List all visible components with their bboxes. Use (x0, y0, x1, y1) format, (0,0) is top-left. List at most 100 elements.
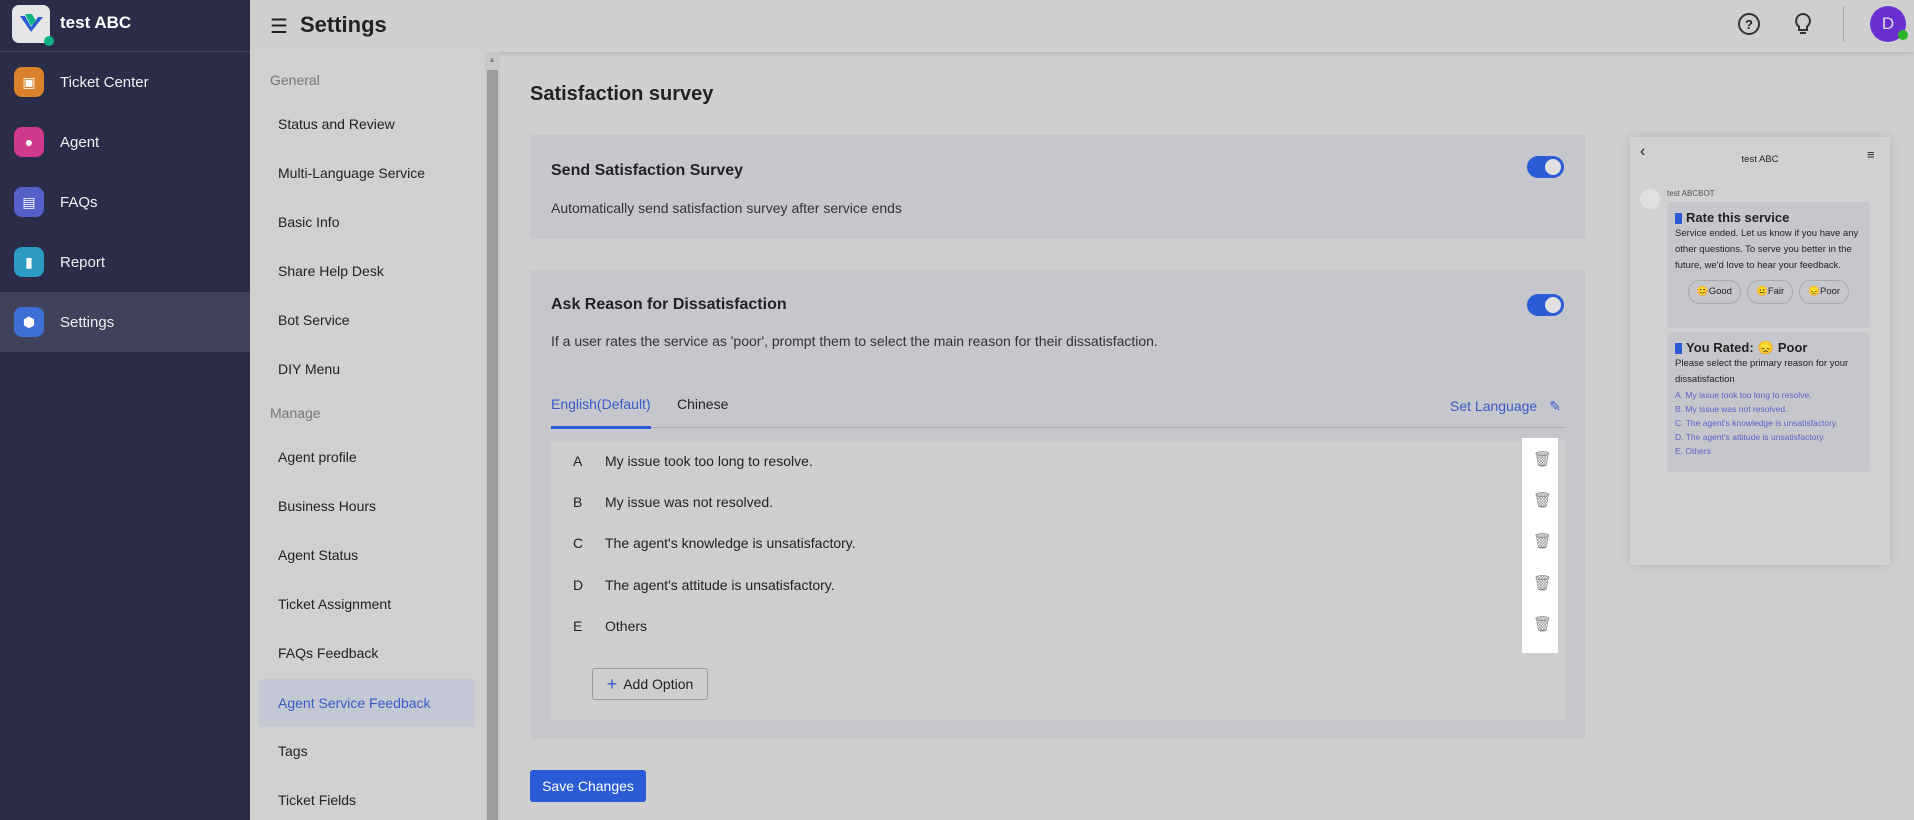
nav-label: Report (60, 253, 106, 271)
option-row: A My issue took too long to resolve. (551, 446, 1565, 476)
save-changes-button[interactable]: Save Changes (530, 770, 646, 802)
rated-title: You Rated: (1686, 340, 1754, 355)
plus-icon: + (606, 673, 618, 694)
bot-avatar (1640, 189, 1660, 209)
avatar-initial: D (1881, 14, 1895, 33)
option-row: E Others (551, 611, 1565, 641)
tabs-divider (551, 427, 1565, 428)
agent-icon: ● (14, 127, 44, 157)
options-list: 🗑 🗑 🗑 🗑 🗑 A My issue took too long to res… (551, 438, 1565, 720)
menu-icon: ≡ (1867, 147, 1875, 162)
nav-ticket-center[interactable]: ▣ Ticket Center (0, 52, 250, 112)
avatar[interactable]: D (1870, 6, 1908, 42)
subnav-item[interactable]: Multi-Language Service (278, 165, 425, 181)
subnav-item[interactable]: Agent Status (278, 547, 358, 563)
tab-chinese[interactable]: Chinese (677, 396, 728, 412)
nav-settings[interactable]: ⬢ Settings (0, 292, 250, 352)
nav-label: Ticket Center (60, 73, 149, 91)
set-language-label: Set Language (1450, 398, 1538, 414)
menu-collapse-icon[interactable]: ☰ (270, 14, 288, 39)
reason-prompt: Please select the primary reason for you… (1675, 358, 1849, 385)
rated-value: Poor (1777, 340, 1808, 355)
card-desc: If a user rates the service as 'poor', p… (551, 333, 1158, 349)
subnav-scrollbar[interactable]: ▲ (485, 52, 500, 820)
subnav-item[interactable]: Bot Service (278, 312, 350, 328)
reason-item: B. My issue was not resolved. (1675, 404, 1788, 414)
reason-item: A. My issue took too long to resolve. (1675, 390, 1812, 400)
option-text[interactable]: My issue took too long to resolve. (605, 453, 813, 469)
group-general: General (270, 72, 320, 88)
bot-name: test ABCBOT (1667, 189, 1715, 198)
rated-card: You Rated: 😞 Poor Please select the prim… (1667, 332, 1870, 472)
add-option-button[interactable]: + Add Option (592, 668, 708, 700)
send-survey-card: Send Satisfaction Survey Automatically s… (530, 135, 1585, 239)
tab-english[interactable]: English(Default) (551, 396, 651, 412)
add-option-label: Add Option (623, 676, 694, 692)
nav-report[interactable]: ▮ Report (0, 232, 250, 292)
help-icon[interactable]: ? (1738, 13, 1760, 35)
gear-icon: ⬢ (14, 307, 44, 337)
subnav-item[interactable]: FAQs Feedback (278, 645, 378, 661)
rating-good: 😊Good (1687, 280, 1741, 304)
option-text[interactable]: My issue was not resolved. (605, 494, 773, 510)
brand: test ABC (0, 0, 250, 52)
lightbulb-icon[interactable] (1793, 12, 1813, 41)
rating-fair: 😐Fair (1746, 280, 1794, 304)
rate-desc: Service ended. Let us know if you have a… (1675, 228, 1859, 271)
card-title: Send Satisfaction Survey (551, 162, 744, 179)
preview-title: test ABC (1741, 154, 1779, 165)
subnav-item[interactable]: Ticket Fields (278, 792, 356, 808)
app-name: test ABC (60, 13, 132, 32)
option-row: B My issue was not resolved. (551, 487, 1565, 517)
top-header: ☰ Settings ? D (250, 0, 1914, 52)
card-desc: Automatically send satisfaction survey a… (551, 200, 902, 216)
active-tab-indicator (551, 426, 651, 429)
subnav-item[interactable]: Ticket Assignment (278, 596, 391, 612)
option-letter: C (573, 535, 584, 551)
send-survey-toggle[interactable] (1527, 156, 1564, 178)
chat-preview: ‹ test ABC ≡ test ABCBOT Rate this servi… (1630, 137, 1890, 565)
ask-reason-toggle[interactable] (1527, 294, 1564, 316)
online-status-dot (1898, 30, 1908, 40)
subnav-item[interactable]: Tags (278, 743, 308, 759)
option-row: D The agent's attitude is unsatisfactory. (551, 570, 1565, 600)
main-sidebar: test ABC ▣ Ticket Center ● Agent ▤ FAQs ▮ Re… (0, 0, 250, 820)
rate-card: Rate this service Service ended. Let us … (1667, 202, 1870, 328)
bookmark-icon (1675, 212, 1682, 224)
option-text[interactable]: The agent's attitude is unsatisfactory. (605, 577, 835, 593)
rate-title: Rate this service (1686, 210, 1790, 225)
option-text[interactable]: The agent's knowledge is unsatisfactory. (605, 535, 856, 551)
nav-faqs[interactable]: ▤ FAQs (0, 172, 250, 232)
settings-subnav: General Status and Review Multi-Language… (250, 52, 485, 820)
reason-item: E. Others (1675, 446, 1711, 456)
card-title: Ask Reason for Dissatisfaction (551, 296, 787, 313)
nav-label: FAQs (60, 193, 98, 211)
option-letter: D (573, 577, 584, 593)
subnav-item-active[interactable]: Agent Service Feedback (259, 679, 475, 727)
option-letter: A (573, 453, 583, 469)
nav-agent[interactable]: ● Agent (0, 112, 250, 172)
subnav-item[interactable]: Agent profile (278, 449, 357, 465)
book-icon: ▤ (14, 187, 44, 217)
subnav-item[interactable]: Basic Info (278, 214, 339, 230)
subnav-item[interactable]: Status and Review (278, 116, 395, 132)
page-title: Settings (300, 12, 387, 37)
option-letter: E (573, 618, 583, 634)
divider (1843, 6, 1844, 42)
subnav-item[interactable]: Share Help Desk (278, 263, 384, 279)
app-logo (12, 5, 54, 46)
group-manage: Manage (270, 405, 321, 421)
subnav-item[interactable]: Business Hours (278, 498, 376, 514)
option-row: C The agent's knowledge is unsatisfactory… (551, 528, 1565, 558)
ticket-icon: ▣ (14, 67, 44, 97)
option-letter: B (573, 494, 583, 510)
option-text[interactable]: Others (605, 618, 647, 634)
reason-item: D. The agent's attitude is unsatisfactor… (1675, 432, 1826, 442)
chart-icon: ▮ (14, 247, 44, 277)
nav-label: Settings (60, 313, 115, 331)
set-language-link[interactable]: Set Language ✎ (1450, 398, 1561, 415)
section-title: Satisfaction survey (530, 83, 714, 105)
save-label: Save Changes (542, 778, 634, 794)
subnav-item[interactable]: DIY Menu (278, 361, 340, 377)
nav-label: Agent (60, 133, 100, 151)
